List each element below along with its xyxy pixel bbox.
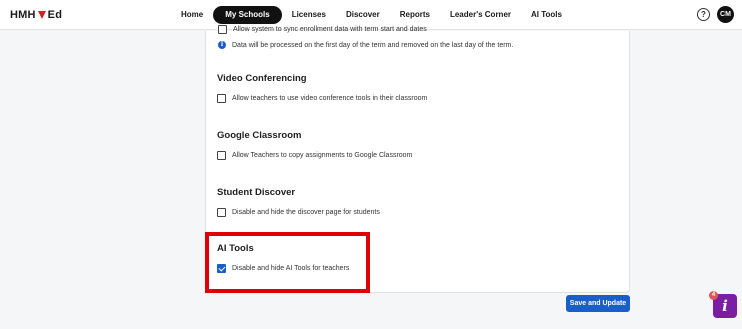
info-icon: i [218,41,226,49]
option-row: Disable and hide AI Tools for teachers [217,264,349,273]
nav-licenses[interactable]: Licenses [282,6,336,24]
nav-home[interactable]: Home [171,6,213,24]
option-label: Allow Teachers to copy assignments to Go… [232,152,413,159]
section-google-classroom: Google Classroom Allow Teachers to copy … [217,130,412,160]
sync-enrollment-option: Allow system to sync enrollment data wit… [218,25,427,34]
info-note-text: Data will be processed on the first day … [232,41,514,49]
option-label: Disable and hide the discover page for s… [232,209,380,216]
nav-discover[interactable]: Discover [336,6,390,24]
main-nav: Home My Schools Licenses Discover Report… [171,6,572,24]
nav-ai-tools[interactable]: AI Tools [521,6,572,24]
nav-my-schools[interactable]: My Schools [213,6,282,24]
save-and-update-button[interactable]: Save and Update [566,295,630,312]
section-title: AI Tools [217,243,254,254]
option-label: Allow teachers to use video conference t… [232,95,428,102]
nav-leaders-corner[interactable]: Leader's Corner [440,6,521,24]
logo-text-hmh: HMH [10,9,36,21]
option-row: Allow Teachers to copy assignments to Go… [217,151,412,160]
sync-enrollment-label: Allow system to sync enrollment data wit… [233,26,427,33]
section-ai-tools: AI Tools Disable and hide AI Tools for t… [217,243,349,273]
section-student-discover: Student Discover Disable and hide the di… [217,187,380,217]
option-row: Disable and hide the discover page for s… [217,208,380,217]
settings-card: Allow system to sync enrollment data wit… [205,25,630,293]
google-classroom-checkbox[interactable] [217,151,226,160]
help-icon[interactable]: ? [697,8,710,21]
logo-check-icon [37,11,46,19]
notification-badge: 4 [709,291,718,300]
option-label: Disable and hide AI Tools for teachers [232,265,350,272]
section-video-conferencing: Video Conferencing Allow teachers to use… [217,73,427,103]
video-conferencing-checkbox[interactable] [217,94,226,103]
section-title: Video Conferencing [217,73,307,84]
nav-reports[interactable]: Reports [390,6,440,24]
option-row: Allow teachers to use video conference t… [217,94,427,103]
user-avatar[interactable]: CM [717,6,734,23]
section-title: Student Discover [217,187,296,198]
section-title: Google Classroom [217,130,302,141]
info-note: i Data will be processed on the first da… [218,41,513,49]
student-discover-checkbox[interactable] [217,208,226,217]
ai-tools-checkbox[interactable] [217,264,226,273]
logo-text-ed: Ed [47,9,63,21]
sync-enrollment-checkbox[interactable] [218,25,227,34]
hmh-ed-logo[interactable]: HMH Ed [10,9,62,21]
